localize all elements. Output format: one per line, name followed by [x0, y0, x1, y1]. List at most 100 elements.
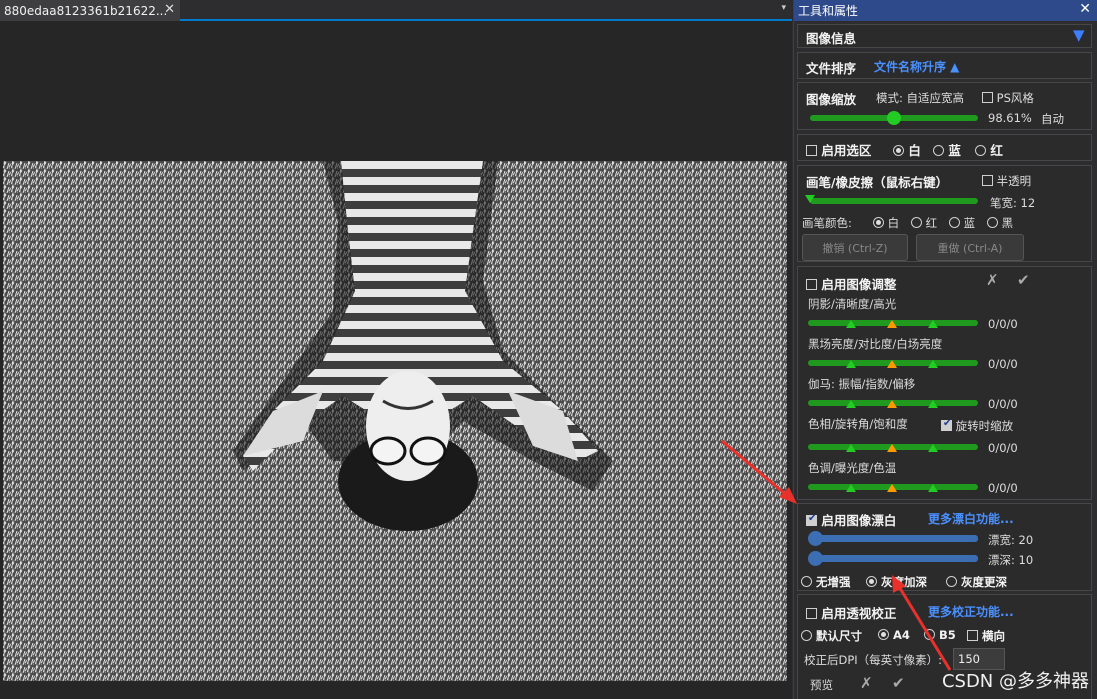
whiten-width-knob[interactable] [808, 531, 823, 546]
close-tab-icon[interactable]: ✕ [164, 2, 175, 17]
a4-radio[interactable]: A4 [878, 628, 910, 642]
selection-red-radio[interactable]: 红 [975, 140, 1003, 159]
radio-off-icon[interactable] [987, 217, 998, 228]
slider-thumb-low[interactable] [846, 320, 856, 328]
landscape-check-icon[interactable] [967, 630, 978, 641]
slider-thumb-high[interactable] [928, 360, 938, 368]
whiten-width-slider[interactable] [812, 535, 978, 542]
selection-white-radio[interactable]: 白 [893, 140, 921, 159]
adjust-row-value: 0/0/0 [988, 397, 1018, 411]
translucent-check-icon[interactable] [982, 175, 993, 186]
slider-thumb-low[interactable] [846, 484, 856, 492]
rotate-scale-checkbox[interactable]: 旋转时缩放 [941, 418, 1013, 434]
selection-toggle[interactable]: 启用选区 [806, 140, 871, 159]
zoom-label: 图像缩放 [806, 92, 857, 107]
selection-check-icon[interactable] [806, 145, 817, 156]
slider-thumb-mid[interactable] [887, 320, 897, 328]
document-tab-title: 880edaa8123361b21622... [4, 3, 168, 18]
close-panel-icon[interactable]: ✕ [1079, 1, 1091, 17]
perspective-confirm-icon[interactable]: ✔ [892, 674, 905, 692]
adjust-label: 启用图像调整 [821, 277, 897, 292]
landscape-checkbox[interactable]: 横向 [967, 628, 1005, 644]
zoom-auto-button[interactable]: 自动 [1041, 111, 1064, 127]
radio-on-icon[interactable] [878, 629, 889, 640]
ps-style-label: PS风格 [996, 91, 1034, 105]
slider-thumb-mid[interactable] [887, 444, 897, 452]
image-info-section[interactable]: 图像信息 ▼ [797, 24, 1092, 48]
adjust-row-value: 0/0/0 [988, 441, 1018, 455]
whiten-depth-slider[interactable] [812, 555, 978, 562]
adjust-row-value: 0/0/0 [988, 357, 1018, 371]
brush-red-radio[interactable]: 红 [911, 215, 937, 231]
adjust-row-label: 伽马: 振幅/指数/偏移 [808, 377, 916, 391]
slider-thumb-low[interactable] [846, 444, 856, 452]
slider-thumb-mid[interactable] [887, 400, 897, 408]
ps-style-checkbox[interactable]: PS风格 [982, 90, 1034, 106]
adjust-row-value: 0/0/0 [988, 317, 1018, 331]
radio-off-icon[interactable] [933, 145, 944, 156]
more-whiten-link[interactable]: 更多漂白功能... [928, 510, 1014, 527]
default-size-radio[interactable]: 默认尺寸 [801, 628, 862, 644]
radio-off-icon[interactable] [949, 217, 960, 228]
selection-blue-radio[interactable]: 蓝 [933, 140, 961, 159]
whiten-toggle[interactable]: 启用图像漂白 [806, 510, 896, 529]
brush-width-slider[interactable] [810, 198, 978, 204]
adjust-check-icon[interactable] [806, 279, 817, 290]
radio-on-icon[interactable] [866, 576, 877, 587]
radio-off-icon[interactable] [924, 629, 935, 640]
whiten-label: 启用图像漂白 [821, 513, 897, 528]
radio-off-icon[interactable] [801, 576, 812, 587]
brush-black-radio[interactable]: 黑 [987, 215, 1013, 231]
whiten-depth-knob[interactable] [808, 551, 823, 566]
zoom-slider-knob[interactable] [887, 111, 901, 125]
redo-button[interactable]: 重做 (Ctrl-A) [916, 234, 1024, 261]
undo-button[interactable]: 撤销 (Ctrl-Z) [802, 234, 908, 261]
b5-radio[interactable]: B5 [924, 628, 956, 642]
adjust-row-value: 0/0/0 [988, 481, 1018, 495]
more-correction-link[interactable]: 更多校正功能... [928, 603, 1014, 620]
brush-width-value: 笔宽: 12 [990, 196, 1036, 210]
slider-thumb-high[interactable] [928, 484, 938, 492]
brush-white-radio[interactable]: 白 [873, 215, 899, 231]
radio-off-icon[interactable] [801, 630, 812, 641]
tab-dropdown-icon[interactable]: ▾ [781, 3, 786, 13]
slider-thumb-low[interactable] [846, 360, 856, 368]
whiten-check-icon[interactable] [806, 513, 817, 526]
adjust-cancel-icon[interactable]: ✗ [986, 271, 999, 289]
zoom-mode[interactable]: 模式: 自适应宽高 [876, 90, 964, 106]
gray-deeper-radio[interactable]: 灰度更深 [946, 574, 1007, 590]
no-enhance-radio[interactable]: 无增强 [801, 574, 851, 590]
adjust-toggle[interactable]: 启用图像调整 [806, 274, 896, 293]
slider-thumb-low[interactable] [846, 400, 856, 408]
rotate-scale-check-icon[interactable] [941, 418, 952, 431]
perspective-toggle[interactable]: 启用透视校正 [806, 603, 896, 622]
slider-thumb-high[interactable] [928, 320, 938, 328]
radio-on-icon[interactable] [893, 145, 904, 156]
slider-thumb-high[interactable] [928, 400, 938, 408]
brush-section: 画笔/橡皮擦（鼠标右键） 半透明 笔宽: 12 画笔颜色: 白 红 蓝 黑 撤销… [797, 165, 1092, 262]
perspective-cancel-icon[interactable]: ✗ [860, 674, 873, 692]
dpi-label: 校正后DPI（每英寸像素）: [804, 653, 943, 667]
document-tab[interactable]: 880edaa8123361b21622... ✕ [0, 0, 180, 21]
image-canvas[interactable] [3, 161, 787, 681]
selection-label: 启用选区 [821, 143, 872, 158]
radio-on-icon[interactable] [873, 217, 884, 228]
gray-deepen-radio[interactable]: 灰度加深 [866, 574, 927, 590]
slider-thumb-high[interactable] [928, 444, 938, 452]
radio-label: A4 [893, 628, 910, 642]
slider-thumb-mid[interactable] [887, 360, 897, 368]
radio-off-icon[interactable] [946, 576, 957, 587]
file-sort-value[interactable]: 文件名称升序 ▲ [874, 58, 959, 75]
brush-width-thumb[interactable] [805, 195, 815, 203]
translucent-checkbox[interactable]: 半透明 [982, 173, 1031, 189]
perspective-check-icon[interactable] [806, 608, 817, 619]
brush-blue-radio[interactable]: 蓝 [949, 215, 975, 231]
adjust-confirm-icon[interactable]: ✔ [1017, 271, 1030, 289]
slider-thumb-mid[interactable] [887, 484, 897, 492]
ps-style-check-icon[interactable] [982, 92, 993, 103]
radio-label: 蓝 [948, 143, 961, 158]
expand-icon[interactable]: ▼ [1073, 26, 1085, 44]
radio-off-icon[interactable] [911, 217, 922, 228]
preview-button[interactable]: 预览 [810, 677, 833, 693]
radio-off-icon[interactable] [975, 145, 986, 156]
